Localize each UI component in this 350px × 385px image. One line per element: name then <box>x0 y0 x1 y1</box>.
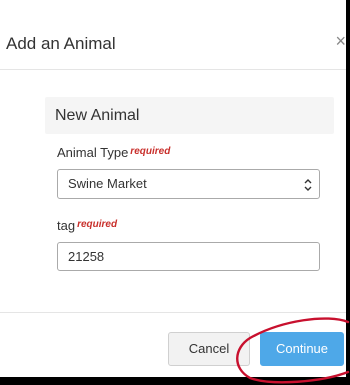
modal-title: Add an Animal <box>6 34 116 53</box>
animal-type-label: Animal Type required <box>57 145 170 163</box>
required-badge: required <box>130 146 171 157</box>
modal-footer: Cancel Continue <box>0 312 350 377</box>
new-animal-card: New Animal Animal Type required Swine Mar… <box>45 97 334 287</box>
add-animal-modal: Add an Animal × New Animal Animal Type re… <box>0 0 350 377</box>
card-heading: New Animal <box>45 97 334 134</box>
continue-button[interactable]: Continue <box>260 332 344 366</box>
close-icon[interactable]: × <box>335 30 346 52</box>
screen-edge <box>346 0 350 385</box>
animal-type-label-text: Animal Type <box>57 145 129 160</box>
required-badge: required <box>77 219 118 230</box>
tag-label: tag required <box>57 218 117 236</box>
cancel-button[interactable]: Cancel <box>168 332 250 366</box>
animal-type-select[interactable]: Swine Market <box>57 169 320 199</box>
tag-label-text: tag <box>57 218 76 233</box>
updown-chevron-icon <box>304 179 312 191</box>
modal-header: Add an Animal × <box>0 0 350 70</box>
animal-type-select-value: Swine Market <box>68 176 147 191</box>
tag-input[interactable] <box>57 242 320 271</box>
